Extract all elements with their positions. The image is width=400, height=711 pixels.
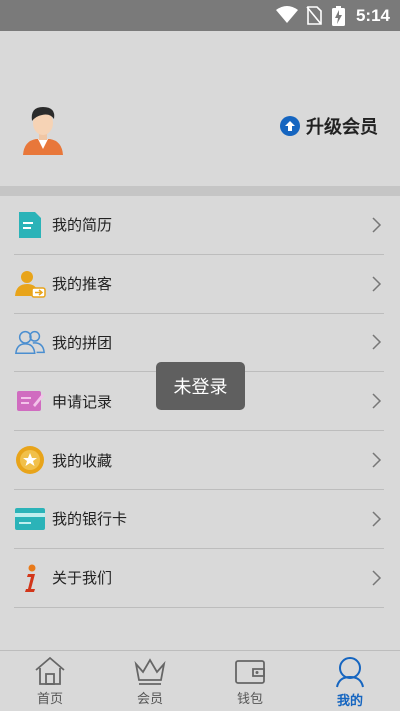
chevron-right-icon xyxy=(372,393,382,409)
battery-charging-icon xyxy=(332,6,345,26)
star-favorite-icon xyxy=(14,444,46,476)
tab-label: 首页 xyxy=(36,692,63,707)
profile-header: 升级会员 xyxy=(0,31,400,186)
section-divider xyxy=(0,186,400,196)
bank-card-icon xyxy=(14,503,46,535)
user-icon xyxy=(336,657,364,688)
wallet-icon xyxy=(235,660,265,684)
referral-user-icon xyxy=(14,268,46,300)
menu-item-label: 我的推客 xyxy=(52,275,113,294)
upgrade-membership-button[interactable]: 升级会员 xyxy=(280,113,378,139)
chevron-right-icon xyxy=(372,452,382,468)
chevron-right-icon xyxy=(372,570,382,586)
menu-item-label: 我的收藏 xyxy=(52,451,113,470)
no-sim-icon xyxy=(306,6,322,25)
chevron-right-icon xyxy=(372,276,382,292)
tab-label: 会员 xyxy=(136,692,163,707)
tab-label: 钱包 xyxy=(236,692,263,707)
tab-label: 我的 xyxy=(336,694,363,709)
menu-item-bank-card[interactable]: 我的银行卡 xyxy=(14,490,384,549)
group-users-icon xyxy=(14,326,46,358)
menu-item-label: 我的简历 xyxy=(52,216,113,235)
menu-item-favorites[interactable]: 我的收藏 xyxy=(14,431,384,490)
chevron-right-icon xyxy=(372,334,382,351)
chevron-right-icon xyxy=(372,511,382,527)
menu-item-resume[interactable]: 我的简历 xyxy=(14,196,384,255)
avatar[interactable] xyxy=(20,103,66,155)
menu-item-referral[interactable]: 我的推客 xyxy=(14,255,384,314)
arrow-up-circle-icon xyxy=(280,116,300,136)
menu-item-label: 关于我们 xyxy=(52,569,113,588)
toast-not-logged-in: 未登录 xyxy=(156,362,245,410)
menu-item-about-us[interactable]: 关于我们 xyxy=(14,549,384,608)
application-record-icon xyxy=(14,385,46,417)
menu-item-label: 我的拼团 xyxy=(52,333,113,352)
menu-item-label: 我的银行卡 xyxy=(52,510,128,529)
bottom-tab-bar: 首页 会员 钱包 我的 xyxy=(0,650,400,711)
wifi-icon xyxy=(276,6,298,23)
home-icon xyxy=(35,656,65,685)
chevron-right-icon xyxy=(372,217,382,233)
upgrade-label: 升级会员 xyxy=(306,117,378,138)
menu-item-label: 申请记录 xyxy=(52,392,113,411)
info-icon xyxy=(14,562,46,594)
status-bar: 5:14 xyxy=(0,0,400,31)
tab-wallet[interactable]: 钱包 xyxy=(200,651,300,711)
status-time: 5:14 xyxy=(355,6,390,25)
crown-icon xyxy=(134,658,166,685)
resume-icon xyxy=(14,209,46,241)
menu-list: 我的简历 我的推客 我的拼团 申请记录 我的收藏 我的银行卡 关于我们 xyxy=(0,196,400,650)
tab-mine[interactable]: 我的 xyxy=(300,651,400,711)
tab-membership[interactable]: 会员 xyxy=(100,651,200,711)
tab-home[interactable]: 首页 xyxy=(0,651,100,711)
